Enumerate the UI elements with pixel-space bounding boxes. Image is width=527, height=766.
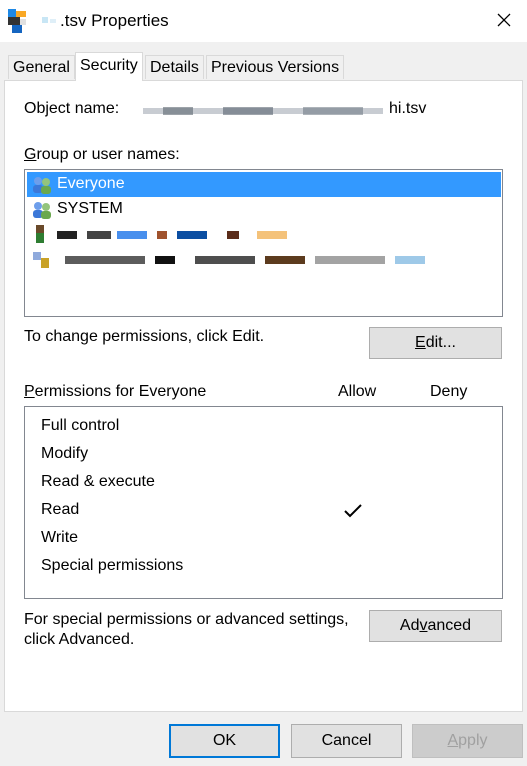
change-permissions-text: To change permissions, click Edit.: [24, 328, 265, 345]
apply-button[interactable]: Apply: [412, 724, 523, 758]
list-item-group[interactable]: [27, 247, 501, 272]
file-icon: [8, 9, 26, 33]
advanced-label-pre: Ad: [399, 617, 420, 634]
permissions-label-text: ermissions for Everyone: [34, 383, 207, 400]
permissions-label: Permissions for Everyone: [24, 383, 206, 401]
tab-label: Previous Versions: [211, 59, 340, 76]
redacted-user-name: [57, 231, 287, 239]
permissions-list: Full control Modify Read & execute Read …: [24, 406, 503, 599]
accelerator-key: G: [24, 146, 37, 163]
advanced-button[interactable]: Ad v anced: [369, 610, 502, 642]
tab-label: Security: [80, 57, 138, 74]
list-item-user[interactable]: [27, 222, 501, 247]
redacted-title-image: [42, 17, 56, 23]
list-item-label: Everyone: [57, 175, 125, 192]
group-names-label: Group or user names:: [24, 146, 180, 164]
apply-button-label: pply: [458, 732, 488, 749]
accelerator-key: v: [419, 617, 428, 634]
group-icon: [33, 177, 51, 194]
tab-details[interactable]: Details: [145, 55, 204, 79]
edit-button-label: dit...: [425, 334, 456, 351]
advanced-label-post: anced: [427, 617, 472, 634]
window-title: .tsv Properties: [60, 11, 169, 30]
permission-read: Read: [41, 501, 80, 518]
advanced-text-line2: click Advanced.: [24, 631, 135, 648]
permission-full-control: Full control: [41, 417, 120, 434]
list-item-everyone[interactable]: Everyone: [27, 172, 501, 197]
close-icon: [497, 13, 511, 27]
advanced-text-line1: For special permissions or advanced sett…: [24, 611, 349, 628]
redacted-path-image: [143, 107, 383, 115]
group-icon: [33, 252, 49, 268]
tab-label: Details: [150, 59, 199, 76]
tab-previous-versions[interactable]: Previous Versions: [206, 55, 345, 79]
tab-general[interactable]: General: [8, 55, 75, 79]
user-icon: [36, 225, 44, 243]
accelerator-key: A: [447, 732, 459, 749]
ok-button-label: OK: [212, 732, 237, 749]
permission-read-execute: Read & execute: [41, 473, 155, 490]
permission-modify: Modify: [41, 445, 89, 462]
accelerator-key: E: [415, 334, 426, 351]
object-name-label: Object name:: [24, 100, 120, 117]
ok-button[interactable]: OK: [169, 724, 280, 758]
list-item-system[interactable]: SYSTEM: [27, 197, 501, 222]
tab-label: General: [13, 59, 70, 76]
cancel-button[interactable]: Cancel: [291, 724, 402, 758]
checkmark-icon: [344, 504, 362, 518]
edit-button[interactable]: Edit...: [369, 327, 502, 359]
redacted-group-name: [65, 256, 425, 264]
user-list[interactable]: Everyone SYSTEM: [24, 169, 503, 317]
cancel-button-label: Cancel: [321, 732, 372, 749]
group-names-label-text: roup or user names:: [36, 146, 180, 163]
accelerator-key: P: [24, 383, 35, 400]
allow-header: Allow: [338, 383, 377, 400]
permission-special: Special permissions: [41, 557, 184, 574]
tab-security[interactable]: Security: [75, 52, 143, 81]
deny-header: Deny: [430, 383, 468, 400]
object-name-value: hi.tsv: [389, 100, 427, 117]
title-bar: .tsv Properties: [0, 0, 527, 42]
list-item-label: SYSTEM: [57, 200, 123, 217]
group-icon: [33, 202, 51, 219]
close-button[interactable]: [481, 0, 527, 40]
permission-write: Write: [41, 529, 79, 546]
